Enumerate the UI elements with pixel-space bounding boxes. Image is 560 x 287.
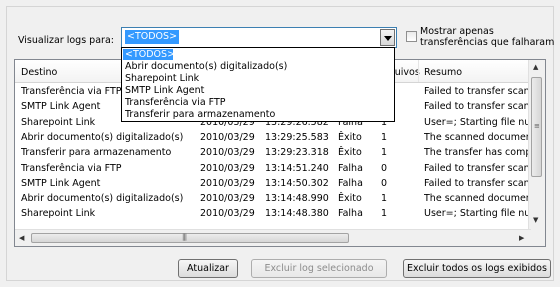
dropdown-option[interactable]: Sharepoint Link [123, 73, 395, 84]
horizontal-scrollbar[interactable]: ◀ ||| ▶ [15, 229, 531, 246]
filter-selected-value: <TODOS> [125, 30, 180, 44]
cell-hora: 13:29:25.583 [265, 131, 329, 143]
vertical-scrollbar[interactable]: ▲ ≡ ▼ [528, 60, 545, 230]
grip-icon: ||| [182, 233, 187, 241]
cell-arquivos: 1 [381, 208, 388, 220]
cell-hora: 13:14:48.990 [265, 193, 329, 205]
cell-data: 2010/03/29 [200, 193, 255, 205]
cell-data: 2010/03/29 [200, 162, 255, 174]
table-row[interactable]: Abrir documento(s) digitalizado(s) 2010/0… [15, 192, 531, 205]
show-failed-only-checkbox[interactable] [406, 31, 417, 42]
cell-destino: Transferência via FTP [21, 162, 122, 174]
cell-destino: Sharepoint Link [21, 208, 96, 220]
scroll-left-icon[interactable]: ◀ [19, 234, 24, 242]
cell-resumo: User=; Starting file num [424, 116, 531, 128]
column-header-destino[interactable]: Destino [21, 67, 57, 78]
dropdown-option[interactable]: <TODOS> [123, 49, 175, 60]
cell-status: Êxito [338, 147, 362, 159]
dropdown-option[interactable]: Transferir para armazenamento [123, 109, 395, 120]
filter-dropdown-list[interactable]: <TODOS> Abrir documento(s) digitalizado(s… [121, 47, 395, 122]
cell-resumo: The transfer has compl [424, 147, 531, 159]
cell-status: Falha [338, 162, 363, 174]
cell-data: 2010/03/29 [200, 131, 255, 143]
scrollbar-corner [529, 230, 545, 246]
table-row[interactable]: Transferir para armazenamento 2010/03/29 1… [15, 146, 531, 159]
cell-status: Falha [338, 177, 363, 189]
cell-resumo: Failed to transfer scan [424, 86, 530, 97]
cell-destino: Transferir para armazenamento [21, 147, 172, 159]
cell-arquivos: 1 [381, 193, 388, 205]
vertical-scroll-thumb[interactable]: ≡ [531, 77, 542, 177]
cell-hora: 13:14:48.380 [265, 208, 329, 220]
cell-resumo: Failed to transfer scan [424, 101, 530, 113]
column-header-resumo[interactable]: Resumo [424, 67, 462, 78]
cell-resumo: The scanned document [424, 193, 531, 205]
table-row[interactable]: SMTP Link Agent 2010/03/29 13:14:50.302 Fal… [15, 177, 531, 190]
cell-resumo: User=; Starting file num [424, 208, 531, 220]
destination-filter-select[interactable]: <TODOS> [121, 27, 397, 48]
refresh-button[interactable]: Atualizar [178, 259, 238, 278]
grip-icon: ≡ [534, 122, 540, 130]
dropdown-option[interactable]: Transferência via FTP [123, 97, 395, 108]
cell-arquivos: 0 [381, 177, 388, 189]
cell-hora: 13:14:50.302 [265, 177, 329, 189]
cell-arquivos: 0 [381, 162, 388, 174]
cell-status: Êxito [338, 193, 362, 205]
cell-resumo: Failed to transfer scan [424, 162, 530, 174]
cell-hora: 13:29:23.318 [265, 147, 329, 159]
cell-status: Êxito [338, 131, 362, 143]
dropdown-option[interactable]: SMTP Link Agent [123, 85, 395, 96]
horizontal-scroll-thumb[interactable]: ||| [31, 233, 349, 243]
filter-label: Visualizar logs para: [18, 35, 114, 46]
delete-selected-log-button[interactable]: Excluir log selecionado [251, 259, 387, 278]
dropdown-option[interactable]: Abrir documento(s) digitalizado(s) [123, 61, 395, 72]
dropdown-button[interactable] [380, 29, 395, 46]
table-row[interactable]: Transferência via FTP 2010/03/29 13:14:51.… [15, 162, 531, 175]
cell-resumo: Failed to transfer scan [424, 177, 530, 189]
cell-arquivos: 1 [381, 147, 388, 159]
scroll-up-icon[interactable]: ▲ [533, 63, 538, 71]
cell-destino: Abrir documento(s) digitalizado(s) [21, 193, 184, 205]
show-failed-only-label[interactable]: Mostrar apenas transferências que falhar… [420, 26, 554, 48]
table-row[interactable]: Sharepoint Link 2010/03/29 13:14:48.380 Fal… [15, 207, 531, 220]
chevron-down-icon [384, 36, 392, 41]
scroll-right-icon[interactable]: ▶ [519, 234, 524, 242]
cell-arquivos: 1 [381, 131, 388, 143]
cell-resumo: The scanned document [424, 131, 531, 143]
table-row[interactable]: Abrir documento(s) digitalizado(s) 2010/0… [15, 131, 531, 144]
cell-destino: Abrir documento(s) digitalizado(s) [21, 131, 184, 143]
cell-destino: SMTP Link Agent [21, 177, 101, 189]
cell-status: Falha [338, 208, 363, 220]
scroll-down-icon[interactable]: ▼ [533, 216, 538, 224]
logs-panel: Visualizar logs para: <TODOS> Mostrar ap… [6, 6, 554, 281]
cell-data: 2010/03/29 [200, 147, 255, 159]
cell-data: 2010/03/29 [200, 177, 255, 189]
cell-data: 2010/03/29 [200, 208, 255, 220]
delete-all-logs-button[interactable]: Excluir todos os logs exibidos [403, 259, 551, 278]
cell-hora: 13:14:51.240 [265, 162, 329, 174]
